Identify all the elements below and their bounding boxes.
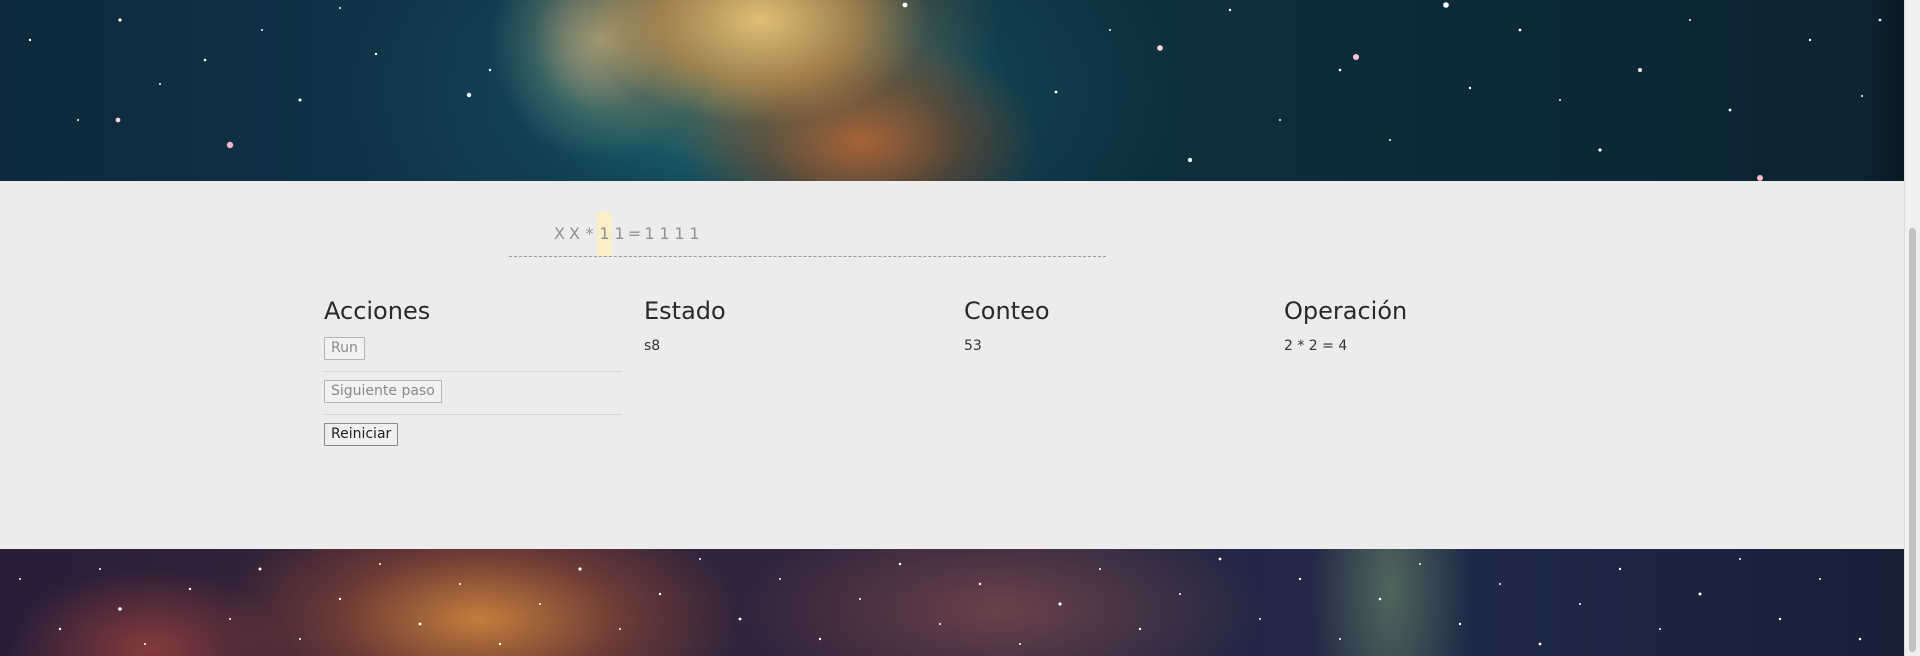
tape-cell: X — [569, 224, 580, 243]
next-step-row: Siguiente paso — [324, 372, 622, 415]
tape-cell: * — [585, 224, 594, 243]
actions-heading: Acciones — [324, 297, 431, 325]
count-value: 53 — [964, 338, 982, 354]
reset-button[interactable]: Reiniciar — [324, 423, 399, 446]
page: X X * 1 1 = 1 1 1 1 Acciones Run Siguien… — [0, 0, 1920, 656]
tape-cell: 1 — [614, 224, 625, 243]
tape-cell: 1 — [674, 224, 685, 243]
operation-value: 2 * 2 = 4 — [1284, 338, 1348, 354]
operation-heading: Operación — [1284, 297, 1408, 325]
tape-cell: 1 — [659, 224, 670, 243]
tape-cell: 1 — [644, 224, 655, 243]
state-value: s8 — [644, 338, 661, 354]
header-nebula-image — [0, 0, 1904, 181]
operation-section: Operación 2 * 2 = 4 — [1284, 291, 1584, 355]
tape-cell: = — [627, 224, 642, 243]
page-scrollbar[interactable] — [1904, 0, 1920, 656]
tape-baseline — [509, 256, 1106, 257]
tape-cells: X X * 1 1 = 1 1 1 1 — [552, 212, 702, 256]
footer-nebula-image — [0, 549, 1904, 656]
star-field — [28, 2, 1882, 181]
turing-tape: X X * 1 1 = 1 1 1 1 — [509, 212, 1106, 257]
scrollbar-thumb[interactable] — [1909, 228, 1916, 652]
next-step-button[interactable]: Siguiente paso — [324, 380, 442, 403]
tape-cell: X — [554, 224, 565, 243]
state-heading: Estado — [644, 297, 726, 325]
count-heading: Conteo — [964, 297, 1050, 325]
state-section: Estado s8 — [644, 291, 944, 355]
star-field — [19, 557, 1862, 646]
tape-head-cell: 1 — [597, 212, 612, 256]
actions-section: Acciones Run Siguiente paso Reiniciar — [324, 291, 624, 457]
run-button[interactable]: Run — [324, 337, 365, 360]
count-section: Conteo 53 — [964, 291, 1264, 355]
banner-edge-shadow — [1864, 0, 1904, 181]
reset-row: Reiniciar — [324, 415, 622, 457]
run-row: Run — [324, 331, 622, 372]
tape-cell: 1 — [689, 224, 700, 243]
